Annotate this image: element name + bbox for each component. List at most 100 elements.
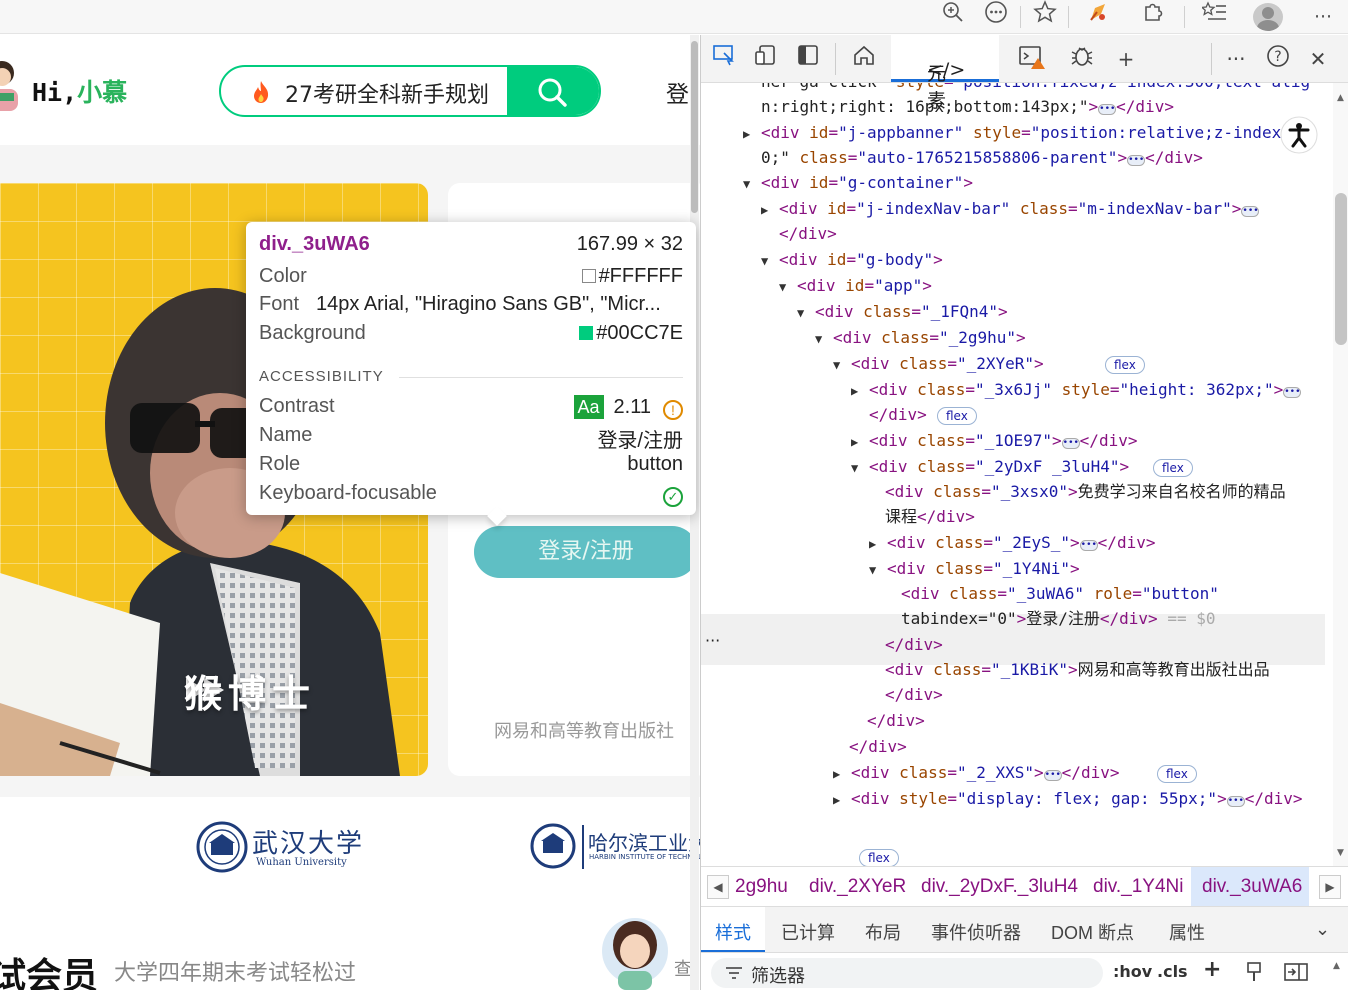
flex-badge[interactable]: flex	[859, 849, 899, 866]
styles-filter-input[interactable]: 筛选器	[711, 958, 1103, 988]
dom-node-line[interactable]: ▼ <div class="_2yDxF _3luH4">	[851, 457, 1129, 483]
favorites-list-icon[interactable]	[1196, 0, 1234, 34]
dom-node-line[interactable]: ▶ <div id="j-appbanner" style="position:r…	[743, 123, 1310, 149]
more-options-icon[interactable]: ···	[1221, 44, 1251, 74]
dock-side-icon[interactable]	[793, 44, 823, 74]
search-button[interactable]	[507, 67, 599, 115]
add-tab-icon[interactable]: +	[1111, 44, 1141, 74]
expand-toggle-icon: ▶	[761, 203, 769, 217]
styles-subtab[interactable]: DOM 断点	[1051, 919, 1134, 945]
flex-badge[interactable]: flex	[1157, 765, 1197, 783]
breadcrumb-next-button[interactable]: ▶	[1319, 875, 1341, 899]
dom-node-line[interactable]: ▶ <div class="_1OE97">•••</div>	[851, 431, 1137, 457]
dom-node-line[interactable]: ▼ <div class="_2g9hu">	[815, 328, 1026, 354]
dom-node-line[interactable]: ner ga-click" style="position:fixed;z-in…	[743, 83, 1310, 98]
flex-badge[interactable]: flex	[1105, 356, 1145, 374]
breadcrumb-item[interactable]: div._1Y4Ni	[1093, 876, 1183, 898]
breadcrumb-item[interactable]: 2g9hu	[735, 876, 788, 898]
help-icon[interactable]: ?	[1263, 44, 1293, 74]
styles-subtab[interactable]: 样式	[715, 919, 751, 945]
dom-node-line[interactable]: ▶ <div style="display: flex; gap: 55px;">…	[833, 789, 1303, 815]
tab-elements[interactable]: </> 元素	[891, 35, 999, 112]
computed-sidebar-icon[interactable]	[1283, 962, 1309, 982]
paint-brush-icon[interactable]	[1245, 961, 1263, 983]
dom-node-line[interactable]: tabindex="0">登录/注册</div> == $0	[883, 609, 1216, 635]
dom-node-line[interactable]: ▶ <div class="_2EyS_">•••</div>	[869, 533, 1155, 559]
expand-toggle-icon: ▼	[743, 177, 751, 191]
dom-node-line[interactable]: ▼ <div id="g-container">	[743, 173, 973, 199]
styles-subtab[interactable]: 属性	[1169, 919, 1205, 945]
breadcrumb-prev-button[interactable]: ◀	[707, 875, 729, 899]
dom-node-line[interactable]: ▼ <div id="g-body">	[761, 250, 943, 276]
breadcrumb-item[interactable]: div._3uWA6	[1202, 876, 1302, 898]
dom-node-line[interactable]: </div>	[867, 635, 943, 661]
search-icon	[538, 78, 567, 107]
close-icon[interactable]: ✕	[1303, 44, 1333, 74]
search-query[interactable]: 27考研全科新手规划	[285, 77, 489, 109]
styles-subtab[interactable]: 已计算	[781, 919, 835, 945]
console-warning-icon[interactable]	[1017, 44, 1047, 74]
dom-node-line[interactable]: 课程</div>	[867, 507, 975, 533]
dom-node-line[interactable]: <div class="_3uWA6" role="button"	[883, 584, 1219, 610]
dom-node-line[interactable]: ▶ <div class="_2_XXS">•••</div>	[833, 763, 1119, 789]
site-header: Hi,小慕 27考研全科新手规划 登	[0, 35, 700, 145]
inspect-element-icon[interactable]	[709, 44, 739, 74]
vip-subtitle: 大学四年期末考试轻松过	[114, 961, 357, 986]
hit-name: 哈尔滨工业大	[588, 831, 700, 855]
devtools-toolbar: </> 元素 + ··· ? ✕	[701, 35, 1348, 112]
dom-tree[interactable]: ··· ▶<div id="j-activityRightBanner" cla…	[701, 83, 1333, 866]
vip-title: 试会员	[0, 956, 99, 990]
expand-toggle-icon: ▶	[851, 435, 859, 449]
chevron-down-icon[interactable]: ⌄	[1315, 919, 1330, 940]
dom-node-line[interactable]: 0;" class="auto-1765215858806-parent">••…	[743, 148, 1203, 174]
hit-name-en: HARBIN INSTITUTE OF TECHNOL	[589, 853, 700, 861]
flex-badge[interactable]: flex	[937, 407, 977, 425]
styles-subtab[interactable]: 布局	[865, 919, 901, 945]
profile-avatar-icon[interactable]	[1253, 3, 1283, 31]
dom-node-line[interactable]: ▼ <div class="_1Y4Ni">	[869, 559, 1080, 585]
home-icon[interactable]	[849, 44, 879, 74]
login-register-button[interactable]: 登录/注册	[474, 526, 698, 578]
row-menu-icon[interactable]: ···	[705, 631, 720, 657]
dom-node-line[interactable]: ▶ <div id="j-indexNav-bar" class="m-index…	[761, 199, 1260, 225]
favorite-star-icon[interactable]	[1026, 0, 1064, 34]
styles-subtab[interactable]: 事件侦听器	[931, 919, 1021, 945]
svg-text:?: ?	[1274, 49, 1281, 65]
bug-icon[interactable]	[1067, 44, 1097, 74]
dom-node-line[interactable]: </div>	[831, 737, 907, 763]
dom-node-line[interactable]: ▶ <div class="_3x6Jj" style="height: 362p…	[851, 380, 1302, 406]
dom-node-line[interactable]: </div>	[867, 685, 943, 711]
expand-toggle-icon: ▼	[761, 254, 769, 268]
accessibility-floating-icon[interactable]	[1279, 115, 1319, 155]
styles-tabs: 样式 已计算 布局 事件侦听器 DOM 断点 属性 ⌄	[701, 906, 1348, 953]
breadcrumb-item[interactable]: div._2yDxF._3luH4	[921, 876, 1078, 898]
keyboard-label: Keyboard-focusable	[259, 482, 437, 504]
dom-node-line[interactable]: ▼ <div id="app">	[779, 276, 932, 302]
dom-node-line[interactable]: </div>	[761, 224, 837, 250]
expand-toggle-icon: ▼	[851, 461, 859, 475]
dom-node-line[interactable]: ▼ <div class="_2XYeR">	[833, 354, 1044, 380]
dom-node-line[interactable]: </div>	[849, 711, 925, 737]
search-box[interactable]: 27考研全科新手规划	[219, 65, 601, 117]
expand-toggle-icon: ▼	[779, 280, 787, 294]
extension-pen-icon[interactable]	[1080, 0, 1118, 34]
dom-node-line[interactable]: <div class="_1KBiK">网易和高等教育出版社出品	[867, 660, 1270, 686]
new-rule-icon[interactable]: +	[1203, 957, 1221, 982]
flex-badge[interactable]: flex	[1153, 459, 1193, 477]
dom-node-line[interactable]: </div>	[851, 405, 927, 431]
menu-dots-icon[interactable]: ···	[1304, 0, 1342, 34]
zoom-in-icon[interactable]	[934, 0, 972, 34]
hov-toggle[interactable]: :hov	[1113, 962, 1152, 981]
more-circle-icon[interactable]	[977, 0, 1015, 34]
dom-node-line[interactable]: n:right;right: 16px;bottom:143px;">•••</…	[743, 97, 1174, 123]
expand-toggle-icon: ▼	[833, 358, 841, 372]
dom-node-line[interactable]: ▼ <div class="_1FQn4">	[797, 302, 1008, 328]
breadcrumb-item[interactable]: div._2XYeR	[809, 876, 906, 898]
cls-toggle[interactable]: .cls	[1157, 962, 1188, 981]
header-login-link[interactable]: 登	[666, 75, 689, 109]
puzzle-icon[interactable]	[1134, 0, 1172, 34]
device-emulation-icon[interactable]	[751, 44, 781, 74]
dom-tree-scrollbar[interactable]: ▲ ▼	[1333, 83, 1348, 866]
expand-toggle-icon: ▶	[833, 793, 841, 807]
dom-node-line[interactable]: <div class="_3xsx0">免费学习来自名校名师的精品	[867, 482, 1286, 508]
